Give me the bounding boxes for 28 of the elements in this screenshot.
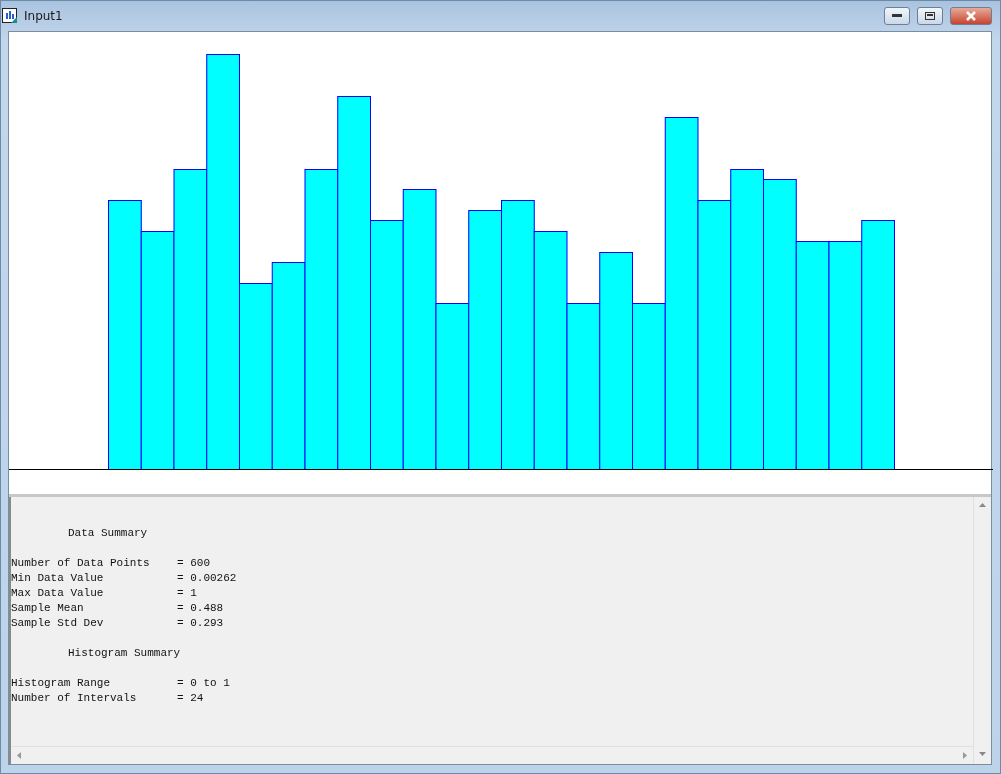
close-icon [965,11,977,21]
summary-heading: Data Summary [67,526,149,541]
summary-value: = 600 [177,556,210,571]
summary-label: Number of Intervals [11,691,138,706]
scroll-right-icon[interactable] [963,752,967,759]
scroll-up-icon[interactable] [979,503,986,507]
summary-label: Number of Data Points [11,556,151,571]
scroll-down-icon[interactable] [979,752,986,756]
summary-value: = 1 [177,586,197,601]
restore-icon [925,12,935,20]
minimize-icon [892,14,902,18]
chart-app-icon [2,8,18,24]
minimize-button[interactable] [884,7,910,25]
summary-label: Min Data Value [11,571,105,586]
close-button[interactable] [950,7,992,25]
restore-button[interactable] [917,7,943,25]
summary-value: = 0.00262 [177,571,237,586]
summary-value: = 24 [177,691,204,706]
summary-label: Max Data Value [11,586,105,601]
summary-label: Sample Mean [11,601,85,616]
summary-value: = 0 to 1 [177,676,230,691]
summary-label: Sample Std Dev [11,616,105,631]
scroll-left-icon[interactable] [17,752,21,759]
summary-heading: Histogram Summary [67,646,182,661]
summary-label: Histogram Range [11,676,112,691]
summary-value: = 0.293 [177,616,224,631]
summary-value: = 0.488 [177,601,224,616]
window-title: Input1 [24,9,64,23]
